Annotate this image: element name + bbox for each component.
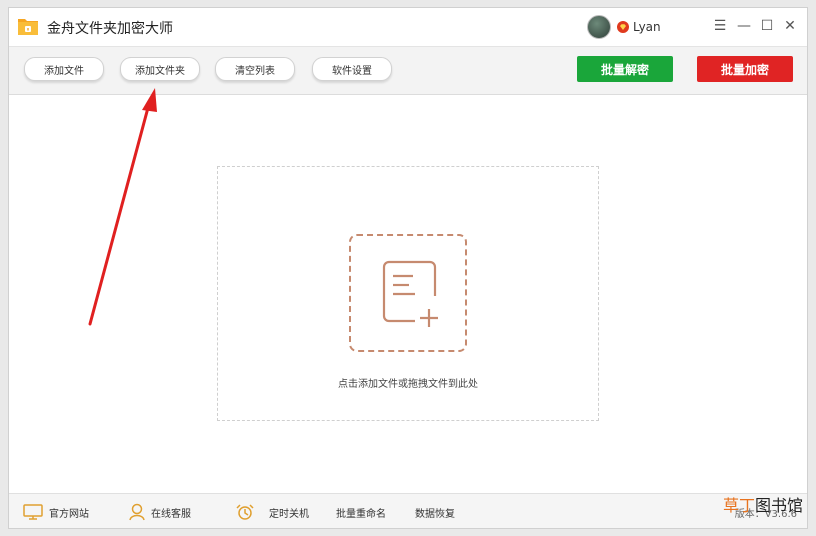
shutdown-label: 定时关机 xyxy=(269,508,309,520)
watermark: 草丁图书馆 xyxy=(722,496,803,515)
alarm-icon xyxy=(236,504,254,520)
status-bar: 官方网站 在线客服 定时关机 批量重命名 数据恢复 版本：V3.6.6 草丁图书… xyxy=(9,493,807,528)
drop-zone[interactable]: 点击添加文件或拖拽文件到此处 xyxy=(217,166,599,421)
website-label: 官方网站 xyxy=(49,508,89,520)
batch-rename-link[interactable]: 批量重命名 xyxy=(336,503,386,521)
shutdown-link[interactable]: 定时关机 xyxy=(235,503,309,521)
website-link[interactable]: 官方网站 xyxy=(23,503,89,521)
data-recovery-link[interactable]: 数据恢复 xyxy=(415,503,455,521)
monitor-icon xyxy=(23,504,43,520)
app-window: 金舟文件夹加密大师 Lyan ☰ — ☐ ✕ 添加文件 添加文件夹 清空列表 软… xyxy=(8,7,808,529)
headset-user-icon xyxy=(129,503,145,521)
support-label: 在线客服 xyxy=(151,508,191,520)
drop-hint-text: 点击添加文件或拖拽文件到此处 xyxy=(338,379,478,390)
document-add-icon xyxy=(382,260,438,327)
add-file-area[interactable] xyxy=(349,234,467,352)
support-link[interactable]: 在线客服 xyxy=(129,503,191,521)
